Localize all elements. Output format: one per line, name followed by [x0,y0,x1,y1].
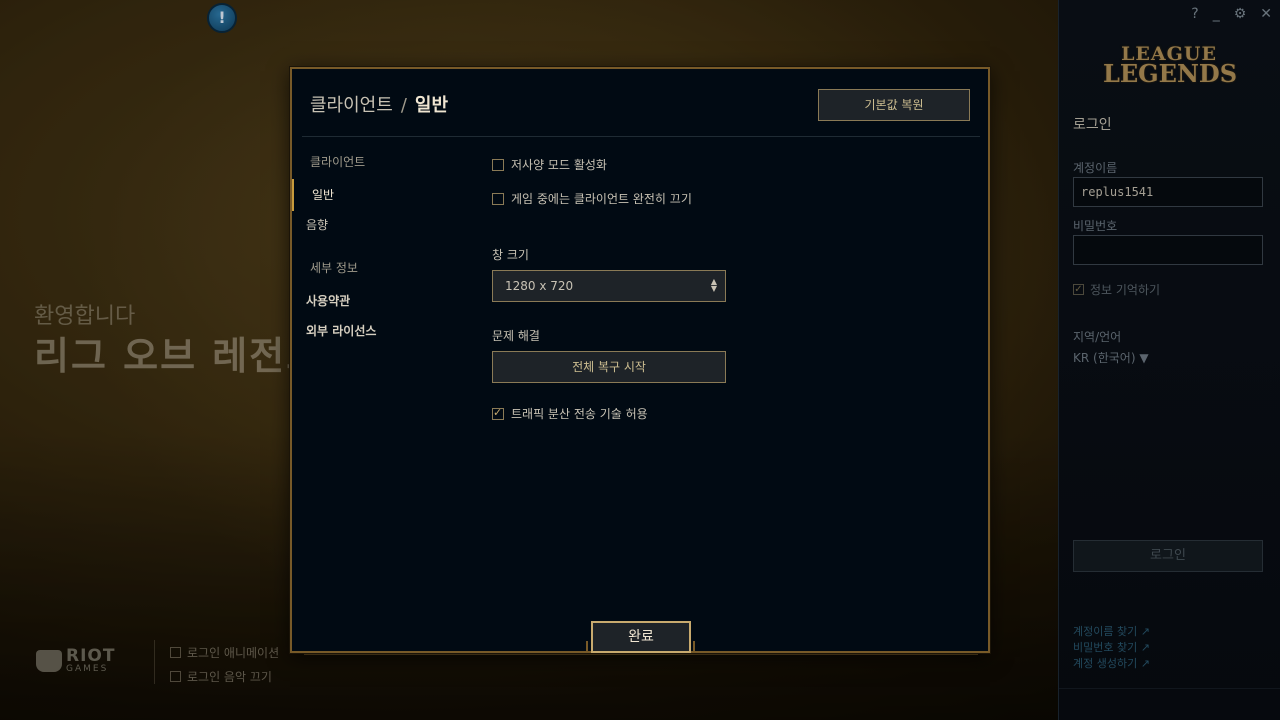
updown-arrows-icon: ▲ ▼ [710,277,717,293]
breadcrumb-parent: 클라이언트 [310,95,393,116]
page-title: 일반 [414,95,449,116]
nav-section-details: 세부 정보 [310,261,358,275]
low-spec-mode-option[interactable]: 저사양 모드 활성화 [492,156,607,173]
done-button-wing-right [693,641,695,653]
window-size-select[interactable]: 1280 x 720 ▲ ▼ [492,270,726,302]
header-divider [302,136,980,137]
nav-item-general[interactable]: 일반 [312,186,334,203]
breadcrumb-separator: / [400,95,407,116]
nav-active-indicator [292,179,294,211]
breadcrumb: 클라이언트 / 일반 [310,91,448,117]
nav-item-sound[interactable]: 음향 [306,216,328,233]
window-size-label: 창 크기 [492,248,529,262]
window-size-value: 1280 x 720 [505,279,574,293]
low-spec-mode-label: 저사양 모드 활성화 [511,158,607,172]
traffic-distribution-label: 트래픽 분산 전송 기술 허용 [511,407,648,421]
nav-link-terms[interactable]: 사용약관 [306,292,350,309]
done-button[interactable]: 완료 [591,621,691,653]
traffic-distribution-option[interactable]: 트래픽 분산 전송 기술 허용 [492,405,648,422]
nav-link-licenses[interactable]: 외부 라이선스 [306,322,376,339]
done-button-wing-left [586,641,588,653]
full-repair-button[interactable]: 전체 복구 시작 [492,351,726,383]
close-client-label: 게임 중에는 클라이언트 완전히 끄기 [511,192,692,206]
settings-modal: 클라이언트 / 일반 기본값 복원 클라이언트 일반 음향 세부 정보 사용약관 외… [290,67,990,655]
bottom-divider-line [304,654,978,655]
checkbox-icon[interactable] [492,158,504,171]
checkbox-checked-icon[interactable] [492,406,504,420]
checkbox-icon[interactable] [492,192,504,205]
restore-defaults-button[interactable]: 기본값 복원 [818,89,970,121]
nav-section-client: 클라이언트 [310,155,366,169]
close-client-option[interactable]: 게임 중에는 클라이언트 완전히 끄기 [492,190,692,207]
troubleshoot-label: 문제 해결 [492,329,540,343]
